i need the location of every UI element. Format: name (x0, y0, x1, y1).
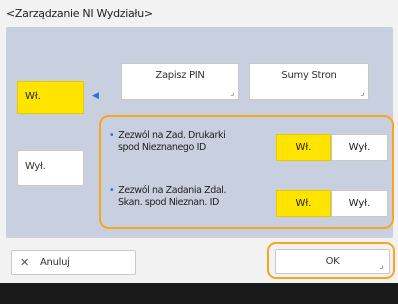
register-pin-button[interactable]: Zapisz PIN ⌟ (121, 63, 239, 100)
allow-remote-scan-unknown-id-label: • Zezwól na Zadania Zdal. Skan. spod Niez… (109, 185, 227, 209)
allow-scan-line2: Skan. spod Nieznan. ID (118, 197, 219, 208)
bullet-icon: • (109, 130, 115, 141)
dept-id-off-label: Wył. (25, 161, 46, 172)
allow-scan-on-button[interactable]: Wł. (276, 190, 331, 217)
allow-print-unknown-id-label: • Zezwól na Zad. Drukarki spod Nieznanego… (109, 130, 226, 154)
allow-scan-off-label: Wył. (348, 198, 371, 209)
allow-scan-off-button[interactable]: Wył. (331, 190, 388, 217)
dept-id-off-button[interactable]: Wył. (17, 150, 84, 186)
allow-print-line1: Zezwól na Zad. Drukarki (118, 130, 226, 141)
corner-marker-icon: ⌟ (230, 88, 235, 97)
allow-scan-on-label: Wł. (295, 198, 312, 209)
cancel-button[interactable]: ✕ Anuluj (11, 250, 136, 275)
close-icon: ✕ (20, 256, 29, 269)
page-totals-label: Sumy Stron (281, 70, 337, 81)
allow-print-off-label: Wył. (348, 142, 371, 153)
bullet-icon: • (109, 185, 115, 196)
page-totals-button[interactable]: Sumy Stron ⌟ (249, 63, 369, 100)
allow-print-line2: spod Nieznanego ID (118, 142, 206, 153)
dept-id-on-label: Wł. (25, 91, 41, 102)
allow-print-on-button[interactable]: Wł. (276, 134, 331, 161)
allow-scan-line1: Zezwól na Zadania Zdal. (118, 185, 227, 196)
register-pin-label: Zapisz PIN (155, 70, 205, 81)
corner-marker-icon: ⌟ (360, 88, 365, 97)
page-title: <Zarządzanie NI Wydziału> (6, 7, 153, 20)
left-pointer-icon: ◀ (92, 91, 99, 101)
allow-print-off-button[interactable]: Wył. (331, 134, 388, 161)
footer-bar (0, 283, 398, 304)
ok-button[interactable]: OK ⌟ (275, 249, 390, 274)
cancel-label: Anuluj (40, 257, 70, 268)
corner-marker-icon: ⌟ (379, 261, 383, 271)
dept-id-on-button[interactable]: Wł. (17, 81, 84, 114)
allow-print-on-label: Wł. (295, 142, 312, 153)
ok-label: OK (325, 256, 340, 267)
